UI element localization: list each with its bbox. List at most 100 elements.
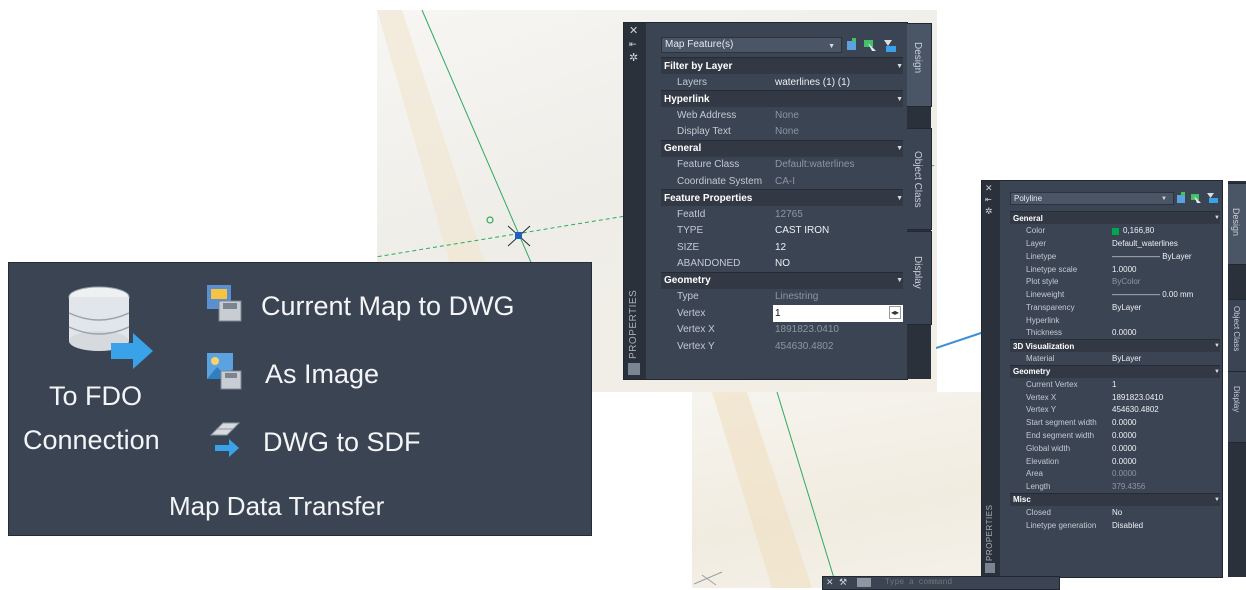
property-value[interactable]: Linestring: [773, 289, 903, 306]
toggle-pickadd-icon[interactable]: [847, 38, 856, 50]
property-row[interactable]: Start segment width 0.0000: [1010, 416, 1220, 429]
collapse-caret-icon[interactable]: ▼: [1210, 364, 1220, 378]
section-header[interactable]: Misc ▼: [1010, 492, 1220, 506]
property-row[interactable]: Elevation 0.0000: [1010, 455, 1220, 468]
as-image-button[interactable]: As Image: [265, 359, 379, 390]
command-close-icon[interactable]: ✕: [826, 577, 834, 588]
property-value[interactable]: 0.0000: [1110, 442, 1220, 455]
command-input[interactable]: [885, 577, 1055, 588]
property-row[interactable]: Linetype generation Disabled: [1010, 519, 1220, 532]
property-value[interactable]: ByLayer: [1110, 301, 1220, 314]
property-value[interactable]: [1110, 314, 1220, 327]
wrench-icon[interactable]: ⚒: [839, 577, 847, 588]
close-icon[interactable]: ✕: [629, 26, 638, 37]
property-row[interactable]: Linetype —————— ByLayer: [1010, 250, 1220, 263]
property-row[interactable]: Hyperlink: [1010, 314, 1220, 327]
tab-object-class[interactable]: Object Class: [1228, 299, 1246, 373]
to-fdo-label-2[interactable]: Connection: [23, 425, 160, 456]
dwg-to-sdf-icon[interactable]: [205, 419, 245, 464]
property-value[interactable]: Default:waterlines: [773, 157, 903, 174]
property-row[interactable]: Area 0.0000: [1010, 467, 1220, 480]
property-value[interactable]: No: [1110, 506, 1220, 519]
property-row[interactable]: Vertex X 1891823.0410: [661, 322, 903, 339]
property-row[interactable]: Vertex X 1891823.0410: [1010, 391, 1220, 404]
property-value[interactable]: None: [773, 124, 903, 141]
property-row[interactable]: Length 379.4356: [1010, 480, 1220, 493]
recent-commands-icon[interactable]: [857, 578, 871, 587]
property-value[interactable]: 1891823.0410: [1110, 391, 1220, 404]
section-header[interactable]: Hyperlink ▼: [661, 90, 903, 107]
property-value[interactable]: waterlines (1) (1): [773, 74, 903, 91]
property-row[interactable]: SIZE 12: [661, 239, 903, 256]
section-header[interactable]: General ▼: [661, 139, 903, 157]
property-value[interactable]: Disabled: [1110, 519, 1220, 532]
property-row[interactable]: Linetype scale 1.0000: [1010, 263, 1220, 276]
property-value[interactable]: CA-I: [773, 173, 903, 190]
property-value[interactable]: None: [773, 107, 903, 124]
property-value[interactable]: 0.0000: [1110, 455, 1220, 468]
collapse-caret-icon[interactable]: ▼: [893, 90, 903, 107]
object-type-select[interactable]: Map Feature(s) ▼: [661, 37, 842, 53]
property-value[interactable]: 0.0000: [1110, 327, 1220, 340]
property-value[interactable]: 0,166,80: [1110, 224, 1220, 237]
tab-display[interactable]: Display: [907, 231, 932, 325]
property-row[interactable]: Display Text None: [661, 124, 903, 141]
property-value[interactable]: 0.0000: [1110, 429, 1220, 442]
collapse-caret-icon[interactable]: ▼: [893, 189, 903, 206]
property-value[interactable]: 12: [773, 239, 903, 256]
property-row[interactable]: Type Linestring: [661, 289, 903, 306]
collapse-caret-icon[interactable]: ▼: [893, 57, 903, 74]
tab-display[interactable]: Display: [1228, 371, 1246, 443]
property-row[interactable]: ABANDONED NO: [661, 256, 903, 273]
map-canvas-bottom[interactable]: [692, 392, 982, 588]
property-row[interactable]: Closed No: [1010, 506, 1220, 519]
object-type-select[interactable]: Polyline ▼: [1010, 192, 1174, 205]
property-row[interactable]: FeatId 12765: [661, 206, 903, 223]
property-row[interactable]: Global width 0.0000: [1010, 442, 1220, 455]
tab-design[interactable]: Design: [1228, 183, 1246, 265]
collapse-caret-icon[interactable]: ▼: [1210, 338, 1220, 353]
property-value[interactable]: ByLayer: [1110, 352, 1220, 365]
property-value[interactable]: 12765: [773, 206, 903, 223]
section-header[interactable]: 3D Visualization ▼: [1010, 338, 1220, 353]
collapse-caret-icon[interactable]: ▼: [1210, 211, 1220, 225]
property-row[interactable]: TYPE CAST IRON: [661, 223, 903, 240]
property-row[interactable]: Current Vertex 1: [1010, 378, 1220, 391]
property-value[interactable]: 0.0000: [1110, 416, 1220, 429]
property-value[interactable]: CAST IRON: [773, 223, 903, 240]
property-value[interactable]: Default_waterlines: [1110, 237, 1220, 250]
current-map-to-dwg-button[interactable]: Current Map to DWG: [261, 291, 515, 322]
property-row[interactable]: Material ByLayer: [1010, 352, 1220, 365]
property-value[interactable]: 454630.4802: [773, 338, 903, 355]
section-header[interactable]: Feature Properties ▼: [661, 189, 903, 206]
property-row[interactable]: Coordinate System CA-I: [661, 173, 903, 190]
as-image-icon[interactable]: [205, 351, 245, 396]
property-row[interactable]: Color 0,166,80: [1010, 224, 1220, 237]
property-value[interactable]: 454630.4802: [1110, 403, 1220, 416]
section-header[interactable]: General ▼: [1010, 211, 1220, 225]
tab-design[interactable]: Design: [907, 23, 932, 107]
property-row[interactable]: Lineweight —————— 0.00 mm: [1010, 288, 1220, 301]
quick-select-icon[interactable]: [884, 40, 896, 52]
select-objects-icon[interactable]: [1191, 194, 1201, 203]
vertex-stepper-icon[interactable]: ◂▸: [888, 306, 901, 319]
property-row[interactable]: Vertex Y 454630.4802: [1010, 403, 1220, 416]
settings-icon[interactable]: ✲: [985, 206, 993, 217]
property-row[interactable]: Transparency ByLayer: [1010, 301, 1220, 314]
close-icon[interactable]: ✕: [985, 183, 993, 194]
settings-icon[interactable]: ✲: [629, 53, 638, 64]
to-fdo-label-1[interactable]: To FDO: [49, 381, 142, 412]
tab-object-class[interactable]: Object Class: [907, 128, 932, 230]
autohide-icon[interactable]: ⇤: [629, 39, 637, 50]
map-grip[interactable]: [515, 232, 522, 239]
property-value[interactable]: —————— 0.00 mm: [1110, 288, 1220, 301]
dwg-to-sdf-button[interactable]: DWG to SDF: [263, 427, 421, 458]
property-row[interactable]: Thickness 0.0000: [1010, 327, 1220, 340]
property-value[interactable]: 0.0000: [1110, 467, 1220, 480]
property-value[interactable]: NO: [773, 256, 903, 273]
property-value[interactable]: 1891823.0410: [773, 322, 903, 339]
map-to-dwg-icon[interactable]: [205, 283, 245, 328]
collapse-caret-icon[interactable]: ▼: [893, 271, 903, 289]
property-row[interactable]: Layers waterlines (1) (1): [661, 74, 903, 91]
toggle-pickadd-icon[interactable]: [1177, 192, 1185, 203]
